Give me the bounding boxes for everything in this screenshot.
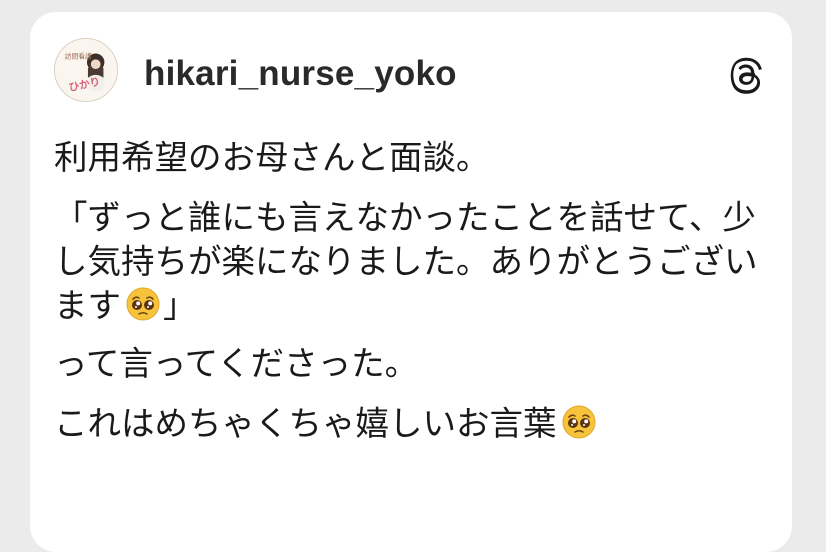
post-paragraph: って言ってくださった。 [54, 344, 419, 383]
avatar[interactable]: 訪問看護 ひかり [54, 38, 118, 102]
threads-icon[interactable] [728, 56, 766, 94]
pleading-face-emoji [125, 286, 161, 322]
avatar-subtext: 訪問看護 [65, 51, 92, 60]
post-header: 訪問看護 ひかり hikari_nurse_yoko [30, 12, 792, 122]
avatar-image: 訪問看護 ひかり [55, 39, 117, 101]
post-quote-paragraph: 「ずっと誰にも言えなかったことを話せて、少し気持ちが楽になりました。ありがとうご… [54, 196, 774, 328]
post-card: 訪問看護 ひかり hikari_nurse_yoko 利用希望のお母さんと面談。… [30, 12, 792, 552]
post-body: 利用希望のお母さんと面談。 「ずっと誰にも言えなかったことを話せて、少し気持ちが… [54, 136, 774, 462]
post-last-text: これはめちゃくちゃ嬉しいお言葉 [54, 404, 557, 443]
post-paragraph: 利用希望のお母さんと面談。 [54, 138, 490, 177]
username[interactable]: hikari_nurse_yoko [144, 54, 457, 94]
post-quote-close: 」 [163, 286, 197, 325]
pleading-face-emoji [561, 404, 597, 440]
post-last-paragraph: これはめちゃくちゃ嬉しいお言葉 [54, 402, 774, 446]
